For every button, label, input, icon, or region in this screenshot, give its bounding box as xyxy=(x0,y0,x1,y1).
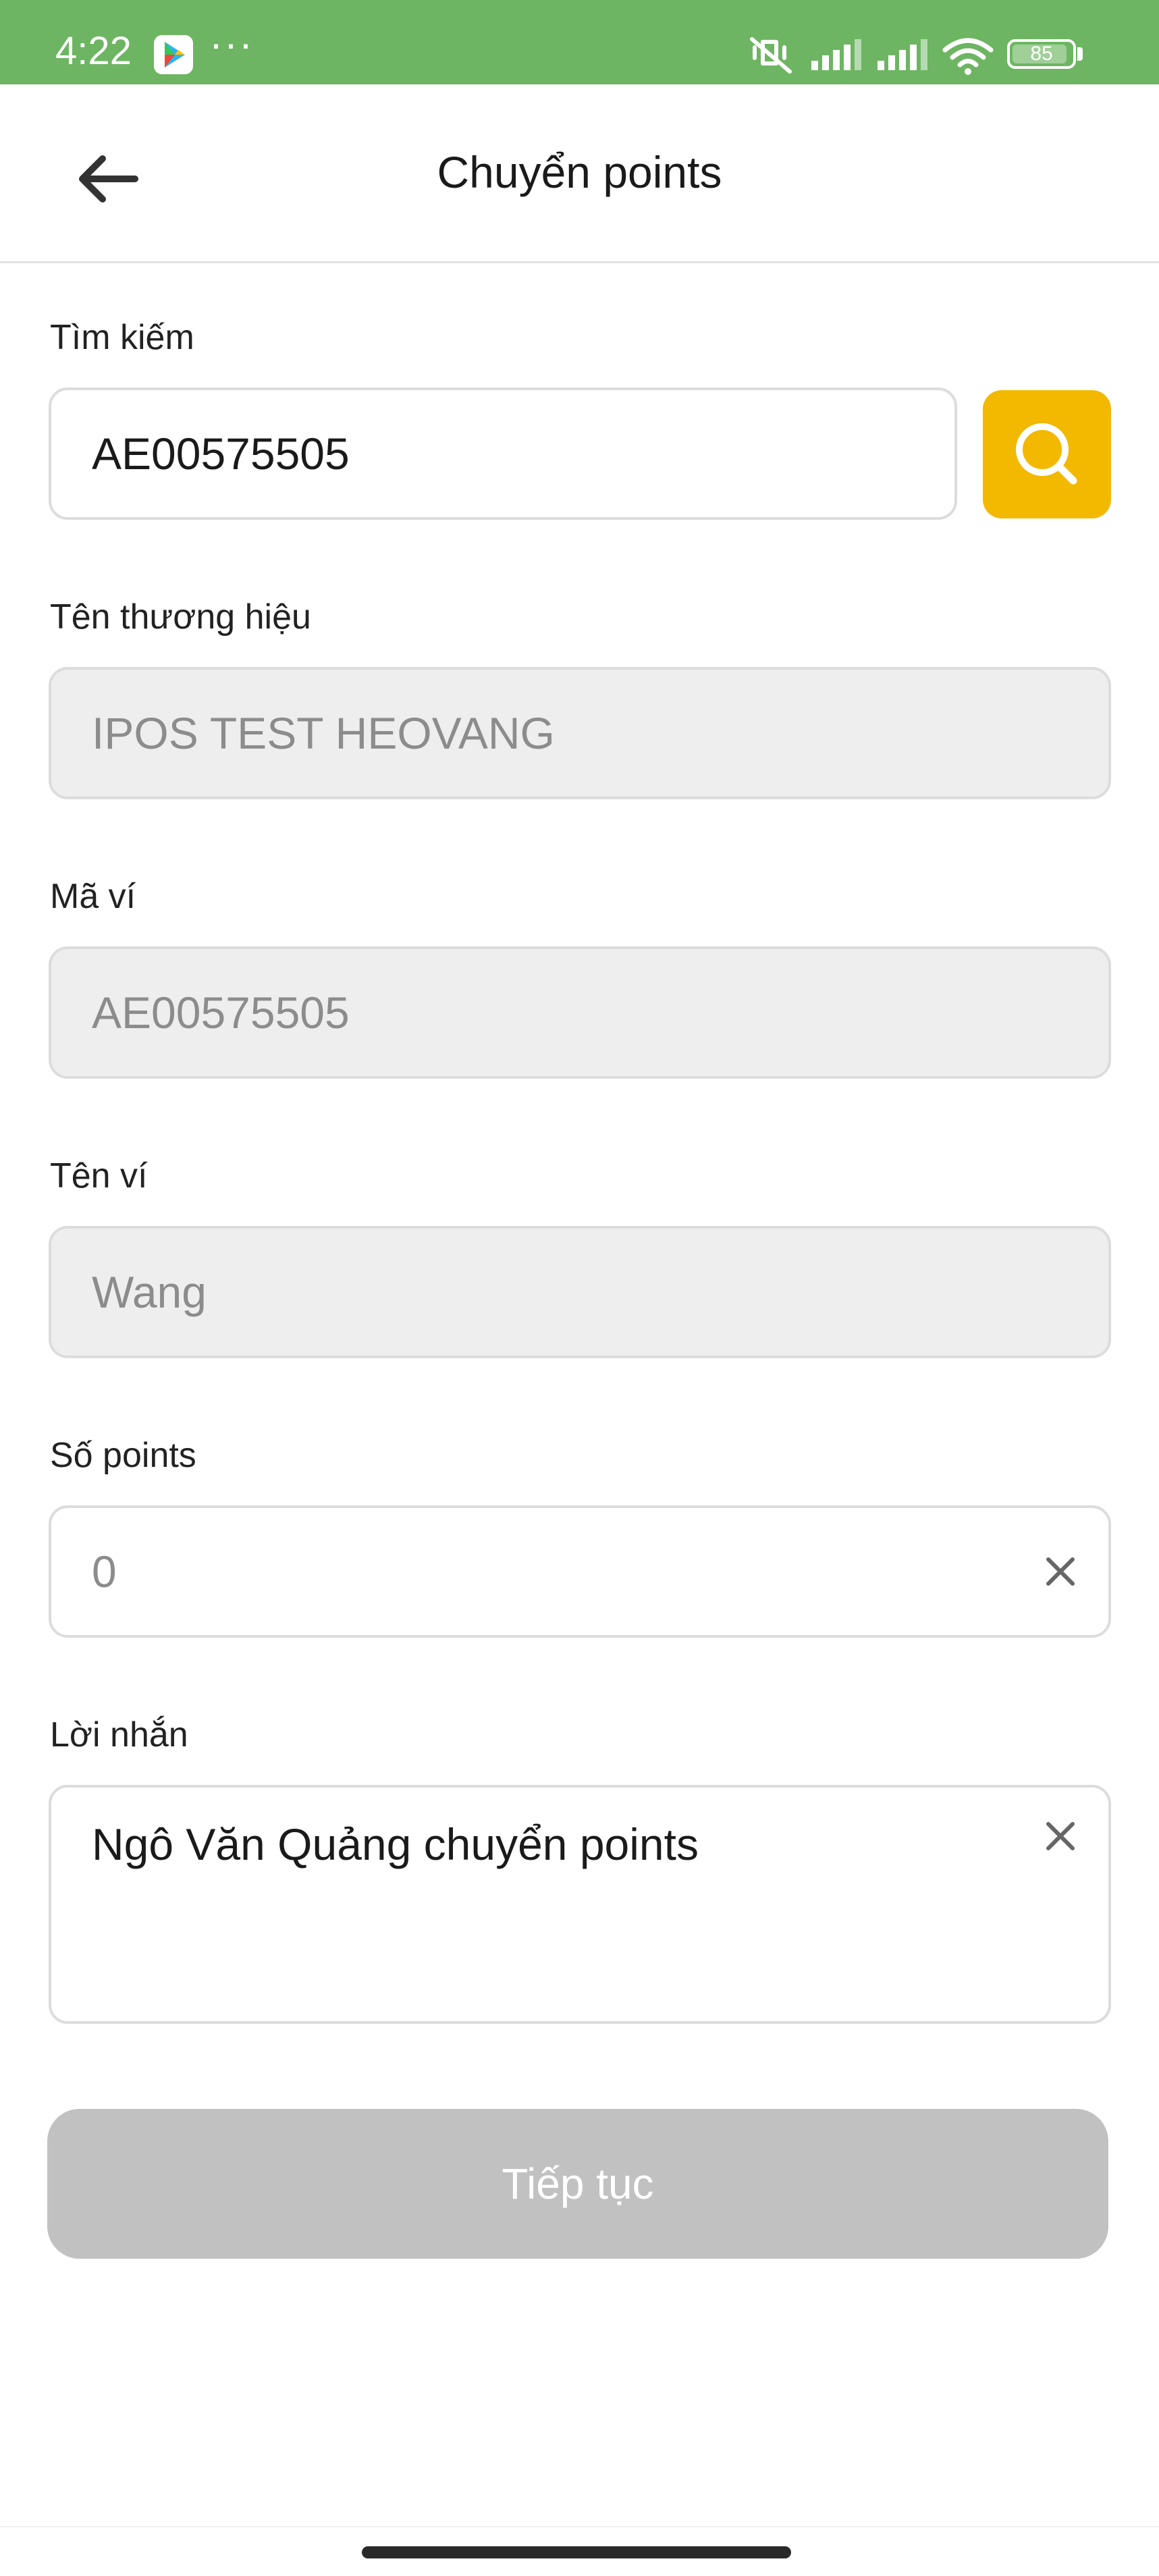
brand-label: Tên thương hiệu xyxy=(50,597,311,637)
points-label: Số points xyxy=(50,1436,196,1475)
signal-icon xyxy=(878,39,927,70)
close-icon[interactable] xyxy=(1043,1554,1078,1589)
battery-icon: 85 xyxy=(1007,39,1076,69)
signal-icon xyxy=(811,39,861,70)
wallet-name-label: Tên ví xyxy=(50,1156,148,1196)
app-header: Chuyển points xyxy=(0,84,1159,263)
search-label: Tìm kiếm xyxy=(50,318,194,357)
message-textarea[interactable]: Ngô Văn Quảng chuyển points xyxy=(49,1785,1111,2024)
wallet-code-field: AE00575505 xyxy=(49,946,1111,1079)
message-text: Ngô Văn Quảng chuyển points xyxy=(92,1819,699,1869)
battery-tip xyxy=(1077,47,1083,61)
play-store-icon xyxy=(154,35,193,74)
bottom-divider xyxy=(0,2526,1159,2527)
status-time: 4:22 xyxy=(55,29,132,73)
points-value: 0 xyxy=(92,1547,117,1596)
page-title: Chuyển points xyxy=(437,147,722,197)
more-icon: ··· xyxy=(209,21,254,66)
search-icon xyxy=(1016,423,1077,485)
wifi-icon xyxy=(942,38,994,75)
search-button[interactable] xyxy=(983,390,1111,518)
continue-button[interactable]: Tiếp tục xyxy=(47,2109,1108,2259)
mute-icon xyxy=(750,37,792,74)
wallet-code-label: Mã ví xyxy=(50,877,136,916)
brand-field: IPOS TEST HEOVANG xyxy=(49,667,1111,799)
search-input[interactable]: AE00575505 xyxy=(49,387,957,520)
wallet-name-field: Wang xyxy=(49,1226,1111,1358)
home-indicator[interactable] xyxy=(362,2546,791,2558)
status-bar: 4:22 ··· 85 xyxy=(0,0,1159,84)
message-label: Lời nhắn xyxy=(50,1715,188,1754)
battery-percent: 85 xyxy=(1030,43,1053,65)
close-icon[interactable] xyxy=(1043,1819,1078,1854)
points-input[interactable]: 0 xyxy=(49,1505,1111,1638)
